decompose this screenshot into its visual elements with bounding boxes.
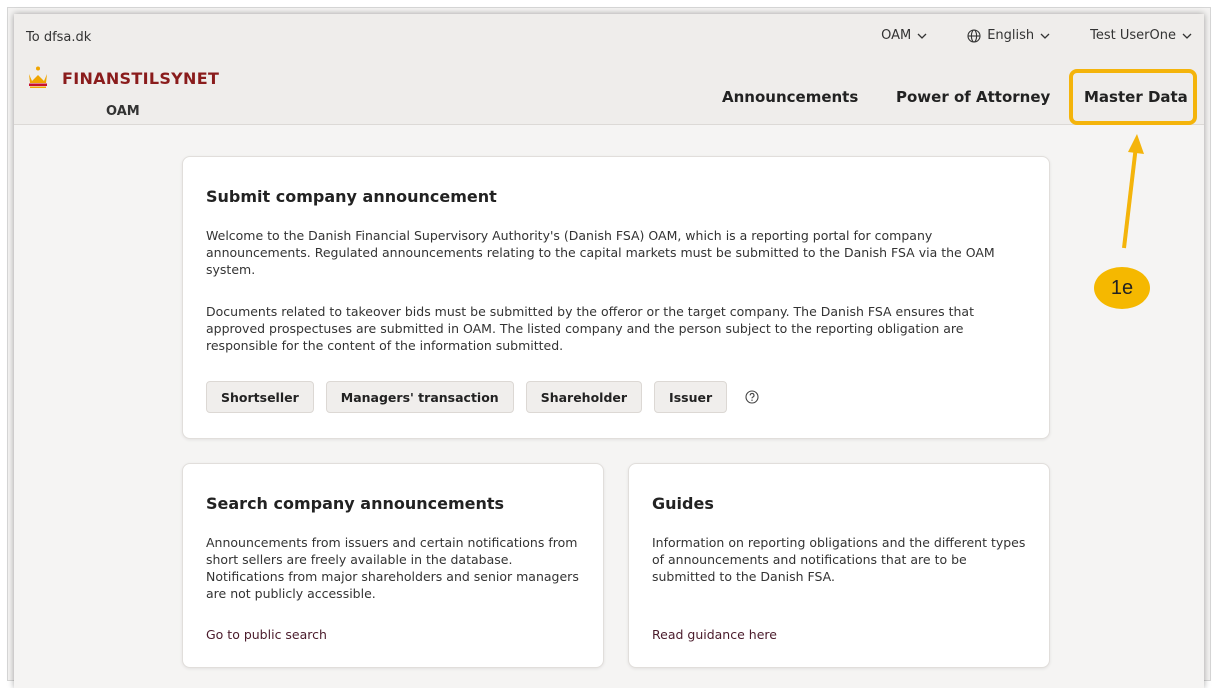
managers-transaction-button[interactable]: Managers' transaction <box>325 381 514 413</box>
card-paragraph: Information on reporting obligations and… <box>652 535 1026 584</box>
announcement-type-buttons: Shortseller Managers' transaction Shareh… <box>206 381 759 413</box>
user-menu[interactable]: Test UserOne <box>1090 28 1192 43</box>
oam-menu[interactable]: OAM <box>881 28 927 43</box>
shareholder-button[interactable]: Shareholder <box>525 381 643 413</box>
card-paragraph: Documents related to takeover bids must … <box>206 304 974 353</box>
card-paragraph: Welcome to the Danish Financial Supervis… <box>206 228 995 277</box>
issuer-button[interactable]: Issuer <box>654 381 728 413</box>
master-data-highlight <box>1069 69 1197 125</box>
top-menu: OAM English Test UserOne <box>881 28 1192 43</box>
brand-name: FINANSTILSYNET <box>62 69 220 88</box>
public-search-link[interactable]: Go to public search <box>206 627 327 642</box>
nav-power-of-attorney[interactable]: Power of Attorney <box>896 88 1050 108</box>
submit-announcement-card: Submit company announcement Welcome to t… <box>182 156 1050 439</box>
nav-announcements[interactable]: Announcements <box>722 88 858 108</box>
oam-menu-label: OAM <box>881 28 912 43</box>
help-icon[interactable] <box>745 390 759 404</box>
crown-icon <box>29 66 47 88</box>
chevron-down-icon <box>917 33 927 39</box>
language-label: English <box>987 28 1035 43</box>
search-announcements-card: Search company announcements Announcemen… <box>182 463 604 668</box>
globe-icon <box>967 28 981 43</box>
to-dfsa-link[interactable]: To dfsa.dk <box>26 30 91 45</box>
card-title: Search company announcements <box>206 494 505 513</box>
guidance-link[interactable]: Read guidance here <box>652 627 777 642</box>
header: To dfsa.dk OAM English Test UserOne FINA… <box>14 14 1204 125</box>
user-name: Test UserOne <box>1090 28 1176 43</box>
card-paragraph: Announcements from issuers and certain n… <box>206 535 579 601</box>
language-menu[interactable]: English <box>967 28 1050 43</box>
chevron-down-icon <box>1040 33 1050 39</box>
card-title: Submit company announcement <box>206 187 497 206</box>
annotation-arrow-icon <box>1122 134 1144 249</box>
brand-logo[interactable]: FINANSTILSYNET OAM <box>26 66 220 122</box>
brand-subtitle: OAM <box>106 104 140 119</box>
chevron-down-icon <box>1182 33 1192 39</box>
guides-card: Guides Information on reporting obligati… <box>628 463 1050 668</box>
shortseller-button[interactable]: Shortseller <box>206 381 314 413</box>
card-title: Guides <box>652 494 714 513</box>
app-window: To dfsa.dk OAM English Test UserOne FINA… <box>14 14 1204 688</box>
annotation-badge: 1e <box>1094 267 1150 309</box>
